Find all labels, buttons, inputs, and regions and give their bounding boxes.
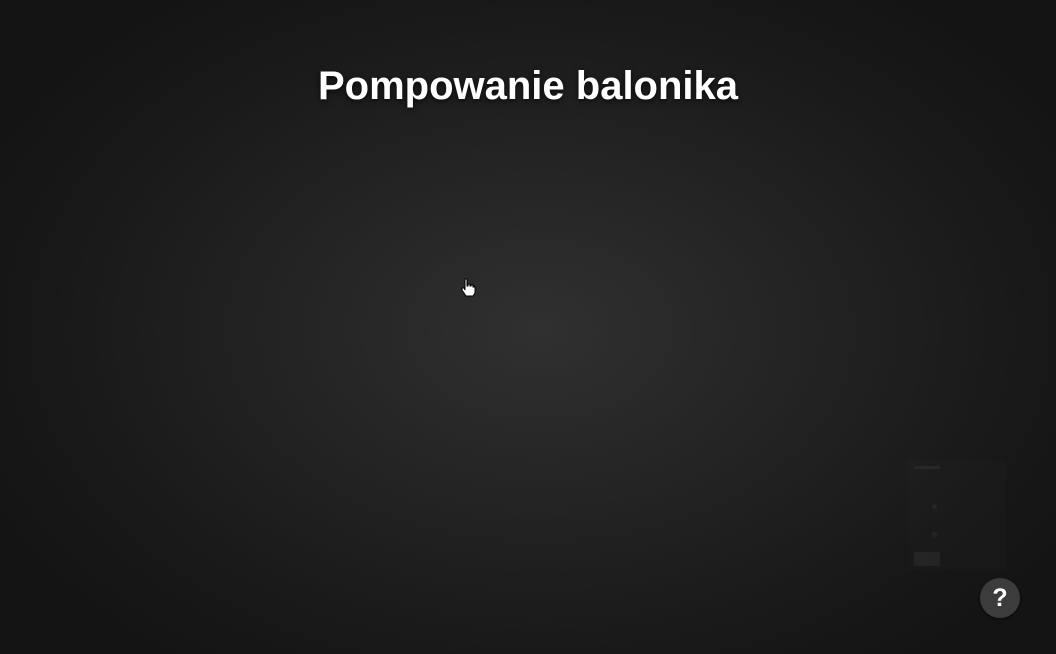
hand-pointer-icon — [460, 278, 476, 298]
page-title: Pompowanie balonika — [317, 64, 739, 108]
hidden-control-dot — [932, 532, 937, 537]
hidden-panel-header — [914, 466, 940, 469]
hidden-control-dot — [932, 504, 937, 509]
help-button[interactable]: ? — [980, 578, 1020, 618]
hidden-panel-button[interactable] — [914, 552, 940, 566]
hidden-controls-panel — [908, 460, 1006, 570]
question-mark-icon: ? — [992, 584, 1008, 612]
